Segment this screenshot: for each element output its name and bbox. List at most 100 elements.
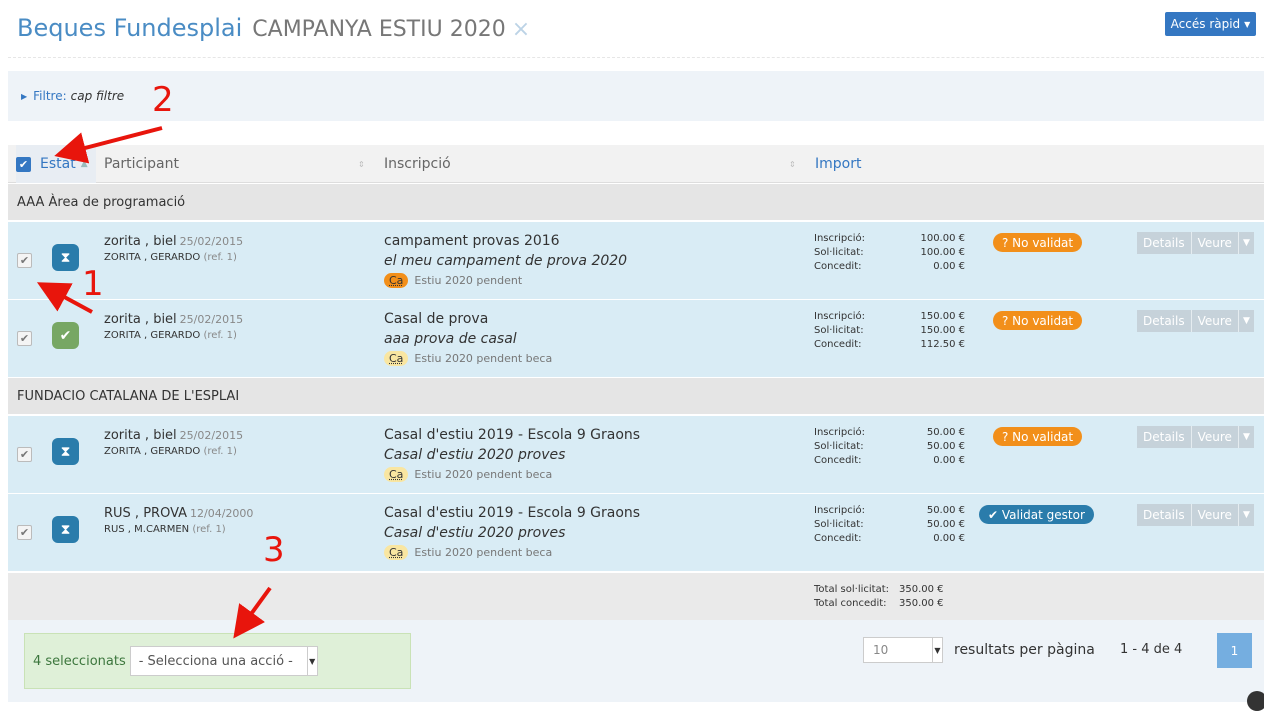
chip-code: Ca [384, 273, 409, 288]
close-icon[interactable]: × [512, 17, 530, 42]
table-row[interactable]: ✔ ⧗ zorita , biel 25/02/2015 ZORITA , GER… [8, 222, 1264, 300]
chevron-down-icon[interactable]: ▼ [1238, 426, 1254, 448]
table-footer: 4 seleccionats - Selecciona una acció - … [8, 620, 1264, 702]
amount-label: Inscripció: [814, 427, 865, 438]
chevron-down-icon: ▼ [306, 647, 317, 675]
column-import[interactable]: Import [815, 145, 1015, 183]
page-header: Beques Fundesplai Campanya Estiu 2020 × [17, 14, 530, 46]
filter-bar[interactable]: ▶ Filtre: cap filtre [8, 71, 1264, 121]
veure-button[interactable]: Veure [1191, 232, 1239, 254]
amount-label: Inscripció: [814, 311, 865, 322]
parent-ref: (ref. 1) [203, 330, 237, 341]
veure-button[interactable]: Veure [1191, 310, 1239, 332]
parent-ref: (ref. 1) [203, 252, 237, 263]
hourglass-icon: ⧗ [52, 438, 79, 465]
amount-label: Inscripció: [814, 233, 865, 244]
column-import-label: Import [815, 156, 862, 172]
amount-concedit: 112.50 € [920, 339, 965, 350]
parent-name: RUS , M.CARMEN [104, 524, 190, 535]
details-button[interactable]: Details [1137, 310, 1192, 332]
course-name: Casal d'estiu 2019 - Escola 9 Graons [384, 427, 641, 443]
status-chip: Ca Estiu 2020 pendent beca [384, 351, 552, 366]
status-chip: Ca Estiu 2020 pendent [384, 273, 522, 288]
amount-inscripcio: 100.00 € [920, 233, 965, 244]
course-desc: Casal d'estiu 2020 proves [384, 525, 566, 541]
status-badge: ? No validat [993, 427, 1083, 446]
help-icon[interactable] [1247, 691, 1264, 711]
course-name: Casal d'estiu 2019 - Escola 9 Graons [384, 505, 641, 521]
chevron-down-icon[interactable]: ▼ [1238, 504, 1254, 526]
table-row[interactable]: ✔ ⧗ zorita , biel 25/02/2015 ZORITA , GER… [8, 416, 1264, 494]
page-title: Beques Fundesplai [17, 14, 243, 42]
amount-concedit: 0.00 € [933, 533, 965, 544]
bulk-action-select[interactable]: - Selecciona una acció - ▼ [129, 646, 318, 676]
group-header: AAA Àrea de programació [8, 184, 1264, 220]
participant-name: RUS , PROVA 12/04/2000 [104, 506, 253, 521]
annotation-number: 3 [263, 530, 285, 570]
row-actions: Details Veure ▼ [1137, 232, 1254, 254]
veure-button[interactable]: Veure [1191, 426, 1239, 448]
amounts: Inscripció: 100.00 € Sol·licitat: 100.00 €… [814, 232, 965, 274]
sort-icon: ⇕ [358, 159, 365, 169]
amount-concedit: 0.00 € [933, 455, 965, 466]
amounts: Inscripció: 50.00 € Sol·licitat: 50.00 € C… [814, 426, 965, 468]
parent-name: ZORITA , GERARDO [104, 330, 201, 341]
parent-ref: (ref. 1) [203, 446, 237, 457]
amounts: Inscripció: 50.00 € Sol·licitat: 50.00 € C… [814, 504, 965, 546]
parent-info: ZORITA , GERARDO (ref. 1) [104, 252, 237, 263]
course-desc: aaa prova de casal [384, 331, 517, 347]
parent-name: ZORITA , GERARDO [104, 252, 201, 263]
chip-text: Estiu 2020 pendent beca [414, 468, 553, 481]
per-page-label: resultats per pàgina [954, 642, 1095, 658]
column-estat-label: Estat [40, 156, 76, 172]
column-inscripcio[interactable]: Inscripció ⇕ [384, 145, 814, 183]
amount-label: Concedit: [814, 455, 862, 466]
per-page-value: 10 [873, 643, 889, 657]
total-concedit: 350.00 € [899, 598, 944, 609]
row-checkbox[interactable]: ✔ [17, 447, 32, 462]
total-sollicitat: 350.00 € [899, 584, 944, 595]
status-badge: ? No validat [993, 311, 1083, 330]
caret-right-icon: ▶ [21, 91, 28, 101]
table-row[interactable]: ✔ ⧗ RUS , PROVA 12/04/2000 RUS , M.CARMEN… [8, 494, 1264, 572]
sort-asc-icon: ▲ [80, 159, 88, 169]
annotation-number: 2 [152, 80, 174, 120]
select-all-checkbox[interactable]: ✔ [16, 156, 31, 172]
per-page-select[interactable]: 10 ▼ [863, 637, 943, 663]
totals: Total sol·licitat: 350.00 € Total concedi… [814, 583, 949, 611]
row-actions: Details Veure ▼ [1137, 426, 1254, 448]
chip-text: Estiu 2020 pendent beca [414, 352, 553, 365]
quick-access-button[interactable]: Accés ràpid ▼ [1165, 12, 1256, 36]
chevron-down-icon[interactable]: ▼ [1238, 232, 1254, 254]
table-row[interactable]: ✔ ✔ zorita , biel 25/02/2015 ZORITA , GER… [8, 300, 1264, 378]
parent-info: RUS , M.CARMEN (ref. 1) [104, 524, 226, 535]
row-checkbox[interactable]: ✔ [17, 331, 32, 346]
page-1-button[interactable]: 1 [1217, 633, 1252, 668]
parent-info: ZORITA , GERARDO (ref. 1) [104, 330, 237, 341]
column-participant[interactable]: Participant ⇕ [104, 145, 384, 183]
chevron-down-icon[interactable]: ▼ [1238, 310, 1254, 332]
row-checkbox[interactable]: ✔ [17, 253, 32, 268]
details-button[interactable]: Details [1137, 504, 1192, 526]
group-header: FUNDACIO CATALANA DE L'ESPLAI [8, 378, 1264, 414]
participant-name-text: RUS , PROVA [104, 506, 188, 521]
amount-label: Sol·licitat: [814, 325, 864, 336]
details-button[interactable]: Details [1137, 426, 1192, 448]
selected-count: 4 seleccionats [33, 653, 126, 669]
bulk-action-box: 4 seleccionats - Selecciona una acció - … [24, 633, 411, 689]
amount-sollicitat: 50.00 € [926, 441, 965, 452]
amount-label: Concedit: [814, 261, 862, 272]
row-checkbox[interactable]: ✔ [17, 525, 32, 540]
column-estat[interactable]: ✔ Estat ▲ [16, 145, 96, 183]
hourglass-icon: ⧗ [52, 516, 79, 543]
details-button[interactable]: Details [1137, 232, 1192, 254]
header-divider [8, 57, 1264, 58]
veure-button[interactable]: Veure [1191, 504, 1239, 526]
course-name: campament provas 2016 [384, 233, 560, 249]
total-concedit-label: Total concedit: [814, 598, 887, 609]
filter-label: Filtre: [33, 89, 67, 103]
chip-text: Estiu 2020 pendent beca [414, 546, 553, 559]
total-sollicitat-label: Total sol·licitat: [814, 584, 889, 595]
amount-label: Concedit: [814, 339, 862, 350]
quick-access-label: Accés ràpid [1170, 17, 1241, 31]
